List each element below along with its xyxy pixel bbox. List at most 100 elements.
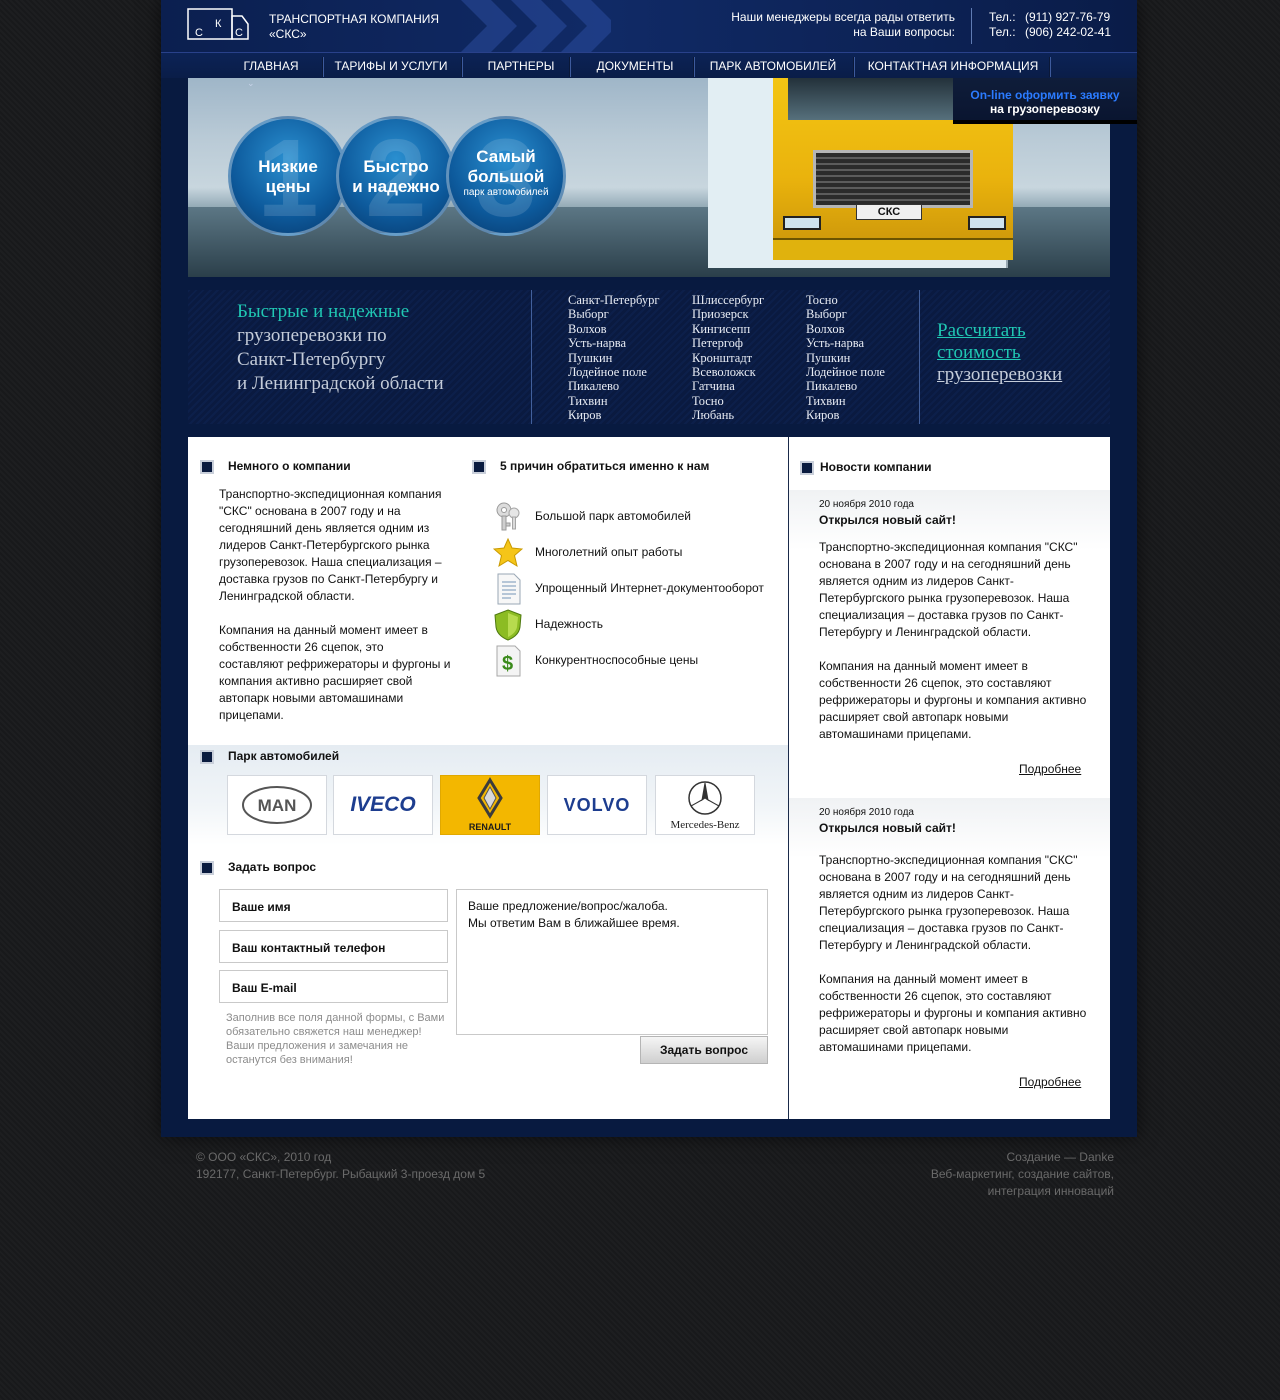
nav-documents[interactable]: ДОКУМЕНТЫ bbox=[574, 53, 696, 79]
city-item: Любань bbox=[692, 408, 735, 423]
truck-plate: СКС bbox=[856, 204, 922, 220]
square-bullet-icon bbox=[800, 460, 814, 475]
fleet-section: Парк автомобилей MAN IVECO RENAULT VOLVO… bbox=[188, 745, 788, 845]
online-order-button[interactable]: On-line оформить заявку на грузоперевозк… bbox=[953, 78, 1137, 124]
city-item: Волхов bbox=[806, 321, 845, 336]
reason-label: Надежность bbox=[535, 617, 603, 631]
phone-2[interactable]: (906) 242-02-41 bbox=[1025, 25, 1111, 39]
city-item: Шлиссербург bbox=[692, 293, 765, 307]
circle-title: Быстро и надежно bbox=[352, 157, 440, 196]
brand-renault-logo[interactable]: RENAULT bbox=[440, 775, 540, 835]
city-item: Пушкин bbox=[568, 350, 613, 365]
page-frame: С К С ТРАНСПОРТНАЯ КОМПАНИЯ «СКС» Наши м… bbox=[161, 0, 1137, 1137]
truck-bumper bbox=[773, 238, 1013, 260]
square-bullet-icon bbox=[200, 749, 214, 764]
news-headline[interactable]: Открылся новый сайт! bbox=[819, 821, 956, 835]
chevron-down-icon: ⌄ bbox=[247, 78, 255, 88]
calc-line[interactable]: Рассчитать bbox=[937, 320, 1062, 342]
footer-copyright: © ООО «СКС», 2010 год bbox=[196, 1150, 332, 1164]
reason-label: Упрощенный Интернет-документооборот bbox=[535, 581, 764, 595]
cities-column-1: Санкт-Петербург Выборг Волхов Усть-нарва… bbox=[568, 293, 659, 423]
slogan-line: грузоперевозки по bbox=[237, 325, 387, 346]
nav-contacts[interactable]: КОНТАКТНАЯ ИНФОРМАЦИЯ bbox=[858, 53, 1048, 79]
nav-divider bbox=[693, 57, 695, 77]
nav-tariffs[interactable]: ТАРИФЫ И УСЛУГИ bbox=[327, 53, 455, 79]
footer-credit[interactable]: Создание — Danke bbox=[931, 1149, 1114, 1166]
brand-volvo-logo[interactable]: VOLVO bbox=[547, 775, 647, 835]
square-bullet-icon bbox=[200, 459, 214, 474]
phone-label: Тел.: bbox=[989, 25, 1016, 39]
city-item: Пикалево bbox=[568, 379, 620, 394]
nav-partners[interactable]: ПАРТНЕРЫ bbox=[466, 53, 576, 79]
footer-address: 192177, Санкт-Петербург. Рыбацкий 3-прое… bbox=[196, 1167, 486, 1181]
manager-message: Наши менеджеры всегда рады ответить на В… bbox=[731, 10, 955, 40]
city-item: Пикалево bbox=[806, 379, 858, 394]
city-item: Тихвин bbox=[568, 393, 608, 408]
star-icon bbox=[493, 537, 523, 568]
man-logo-icon: MAN bbox=[242, 786, 312, 824]
phone-list: Тел.: (911) 927-76-79 Тел.: (906) 242-02-4… bbox=[989, 10, 1111, 40]
city-item: Всеволожск bbox=[692, 365, 756, 380]
calc-line[interactable]: грузоперевозки bbox=[937, 364, 1062, 386]
slogan-line: Санкт-Петербургу bbox=[237, 349, 386, 370]
calc-line[interactable]: стоимость bbox=[937, 342, 1062, 364]
brand-man-logo[interactable]: MAN bbox=[227, 775, 327, 835]
form-note: Заполнив все поля данной формы, с Вами о… bbox=[226, 1012, 445, 1066]
news-more-link[interactable]: Подробнее bbox=[1019, 762, 1081, 776]
header-divider bbox=[971, 8, 972, 44]
news-more-link[interactable]: Подробнее bbox=[1019, 1075, 1081, 1089]
nav-home[interactable]: ГЛАВНАЯ bbox=[231, 53, 311, 79]
news-paragraph: Транспортно-экспедиционная компания "СКС… bbox=[819, 853, 1078, 952]
city-item: Приозерск bbox=[692, 307, 749, 322]
email-field[interactable]: Ваш E-mail bbox=[219, 970, 448, 1003]
manager-message-line1: Наши менеджеры всегда рады ответить bbox=[731, 10, 955, 24]
nav-divider bbox=[569, 57, 571, 77]
textarea-placeholder-line: Мы ответим Вам в ближайшее время. bbox=[468, 916, 680, 930]
city-item: Выборг bbox=[568, 307, 609, 322]
city-item: Тихвин bbox=[806, 393, 846, 408]
city-item: Усть-нарва bbox=[806, 336, 864, 351]
reason-label: Многолетний опыт работы bbox=[535, 545, 683, 559]
shield-icon bbox=[494, 609, 522, 641]
nav-fleet[interactable]: ПАРК АВТОМОБИЛЕЙ bbox=[698, 53, 848, 79]
name-field[interactable]: Ваше имя bbox=[219, 889, 448, 922]
phone-field[interactable]: Ваш контактный телефон bbox=[219, 930, 448, 963]
city-item: Петергоф bbox=[692, 336, 744, 351]
question-title: Задать вопрос bbox=[200, 860, 316, 875]
city-item: Пушкин bbox=[806, 350, 851, 365]
cities-divider bbox=[531, 290, 532, 424]
truck-grill bbox=[813, 150, 973, 208]
calc-cost-link[interactable]: Рассчитать стоимость грузоперевозки bbox=[937, 320, 1062, 386]
city-item: Тосно bbox=[806, 293, 838, 307]
textarea-placeholder-line: Ваше предложение/вопрос/жалоба. bbox=[468, 899, 668, 913]
news-headline[interactable]: Открылся новый сайт! bbox=[819, 513, 956, 527]
slogan: Быстрые и надежные грузоперевозки по Сан… bbox=[237, 300, 444, 396]
manager-message-line2: на Ваши вопросы: bbox=[853, 25, 955, 39]
nav-divider bbox=[1049, 57, 1051, 77]
company-name: ТРАНСПОРТНАЯ КОМПАНИЯ «СКС» bbox=[269, 12, 439, 42]
brand-iveco-logo[interactable]: IVECO bbox=[333, 775, 433, 835]
city-item: Тосно bbox=[692, 393, 724, 408]
city-item: Усть-нарва bbox=[568, 336, 626, 351]
phone-1[interactable]: (911) 927-76-79 bbox=[1025, 10, 1110, 24]
svg-text:С: С bbox=[195, 27, 203, 39]
nav-divider bbox=[461, 57, 463, 77]
about-title: Немного о компании bbox=[200, 459, 351, 474]
truck-headlight bbox=[968, 216, 1006, 230]
square-bullet-icon bbox=[200, 860, 214, 875]
question-textarea[interactable]: Ваше предложение/вопрос/жалоба. Мы ответ… bbox=[456, 889, 768, 1035]
footer-left: © ООО «СКС», 2010 год 192177, Санкт-Пете… bbox=[196, 1149, 485, 1183]
chevron-decor-icon bbox=[461, 0, 611, 52]
news-date: 20 ноября 2010 года bbox=[819, 499, 914, 510]
cities-divider bbox=[919, 290, 920, 424]
reason-label: Большой парк автомобилей bbox=[535, 509, 692, 523]
brand-mercedes-logo[interactable]: Mercedes-Benz bbox=[655, 775, 755, 835]
mercedes-logo-icon: Mercedes-Benz bbox=[670, 781, 740, 831]
document-icon bbox=[497, 573, 521, 605]
nav-divider bbox=[322, 57, 324, 77]
circle-title: Самый большой bbox=[467, 147, 545, 186]
submit-question-button[interactable]: Задать вопрос bbox=[640, 1036, 768, 1064]
logo-truck-icon[interactable]: С К С bbox=[187, 8, 249, 43]
online-order-line1: On-line оформить заявку bbox=[970, 88, 1120, 102]
city-item: Волхов bbox=[568, 321, 607, 336]
